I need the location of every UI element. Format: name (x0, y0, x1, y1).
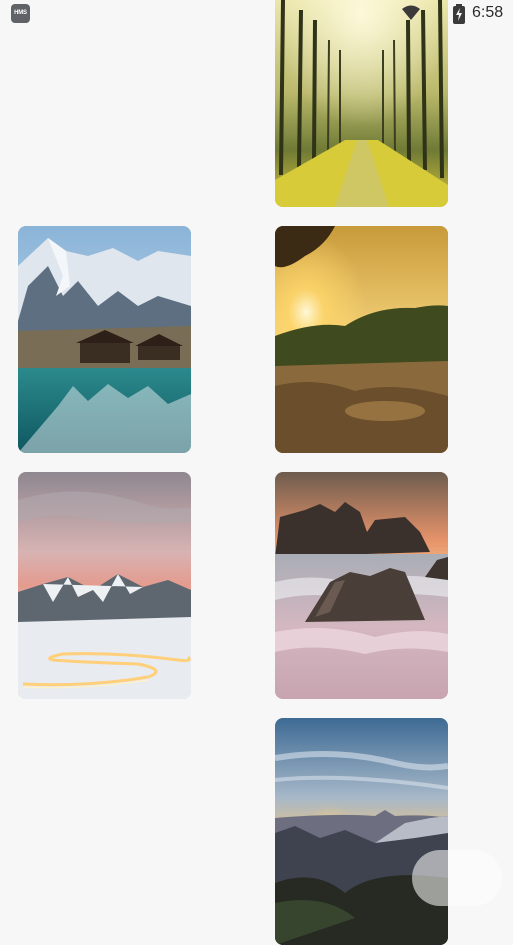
wallpaper-thumbnail-rocky-sunset[interactable] (275, 226, 448, 453)
battery-charging-icon (453, 4, 465, 24)
wallpaper-thumbnail-snowy-road[interactable] (18, 472, 191, 699)
wallpaper-thumbnail-forest-avenue[interactable] (275, 0, 448, 207)
status-bar: HMS 6:58 (0, 0, 513, 28)
rocky-sunset-image (275, 226, 448, 453)
forest-avenue-image (275, 0, 448, 207)
status-time: 6:58 (472, 4, 504, 21)
snowy-road-image (18, 472, 191, 699)
hms-icon: HMS (11, 4, 30, 23)
wifi-icon (402, 5, 420, 20)
wallpaper-thumbnail-rocks-above-clouds[interactable] (275, 472, 448, 699)
wallpaper-thumbnail-mountain-sunrise[interactable] (275, 718, 448, 945)
wallpaper-thumbnail-glacier-lake[interactable] (18, 226, 191, 453)
glacier-lake-image (18, 226, 191, 453)
floating-action-overlay[interactable] (412, 850, 502, 906)
rocks-above-clouds-image (275, 472, 448, 699)
mountain-sunrise-image (275, 718, 448, 945)
